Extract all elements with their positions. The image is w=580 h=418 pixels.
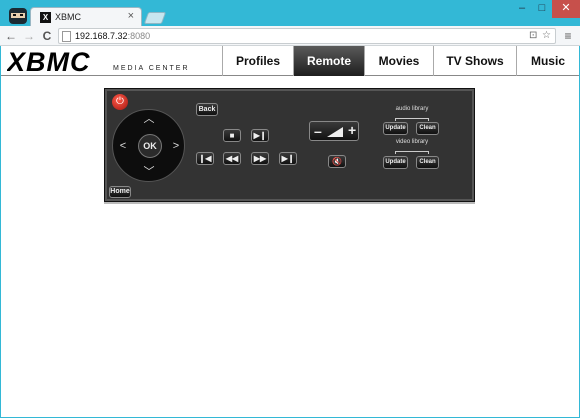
down-arrow-icon[interactable]: ﹀ xyxy=(142,165,156,179)
up-arrow-icon[interactable]: ︿ xyxy=(142,112,156,126)
skip-previous-icon: ❙◀ xyxy=(198,154,212,163)
bookmark-star-icon[interactable]: ☆ xyxy=(542,30,551,41)
nav-profiles[interactable]: Profiles xyxy=(222,46,293,76)
main-nav: Profiles Remote Movies TV Shows Music xyxy=(222,46,579,76)
stop-button[interactable]: ■ xyxy=(223,129,241,142)
page-icon xyxy=(62,31,71,42)
tab-strip: X XBMC × – □ ✕ xyxy=(0,0,580,27)
volume-down-button[interactable]: – xyxy=(314,123,322,139)
logo-subtitle: MEDIA CENTER xyxy=(113,65,190,72)
nav-music[interactable]: Music xyxy=(516,46,579,76)
url-host: 192.168.7.32 xyxy=(75,31,128,41)
address-bar[interactable]: 192.168.7.32:8080 ⊡ ☆ xyxy=(58,28,556,44)
power-icon[interactable]: ⏻ xyxy=(112,94,128,110)
back-button[interactable]: Back xyxy=(196,103,218,116)
audio-clean-button[interactable]: Clean xyxy=(416,122,439,135)
remote-shadow xyxy=(104,202,475,204)
forward-arrow-icon[interactable]: → xyxy=(22,28,36,44)
audio-update-button[interactable]: Update xyxy=(383,122,408,135)
tab-title: XBMC xyxy=(55,12,82,22)
site-header: XBMC MEDIA CENTER Profiles Remote Movies… xyxy=(1,46,579,77)
volume-level-icon xyxy=(327,127,343,137)
rewind-button[interactable]: ◀◀ xyxy=(223,152,241,165)
mute-icon: 🔇 xyxy=(332,157,342,166)
previous-button[interactable]: ❙◀ xyxy=(196,152,214,165)
video-library-label: video library xyxy=(395,139,429,145)
video-clean-button[interactable]: Clean xyxy=(416,156,439,169)
url-port: :8080 xyxy=(127,31,151,41)
dpad: ︿ ﹀ < > OK xyxy=(112,109,185,182)
user-avatar-icon[interactable] xyxy=(7,4,29,26)
play-pause-icon: ▶❙ xyxy=(253,131,267,140)
rewind-icon: ◀◀ xyxy=(225,154,239,163)
mute-button[interactable]: 🔇 xyxy=(328,155,346,168)
nav-movies[interactable]: Movies xyxy=(364,46,433,76)
ok-button[interactable]: OK xyxy=(138,134,162,158)
nav-remote[interactable]: Remote xyxy=(293,46,364,76)
volume-up-button[interactable]: + xyxy=(348,122,356,138)
audio-library-label: audio library xyxy=(395,106,429,112)
url-text[interactable]: 192.168.7.32:8080 xyxy=(75,31,150,41)
volume-control: – + xyxy=(309,121,359,141)
chrome-menu-icon[interactable]: ≡ xyxy=(560,28,576,44)
left-arrow-icon[interactable]: < xyxy=(116,139,130,153)
close-window-button[interactable]: ✕ xyxy=(552,0,580,18)
nav-tv-shows[interactable]: TV Shows xyxy=(433,46,516,76)
xbmc-logo-mark: XBMC xyxy=(5,47,91,77)
tab-close-icon[interactable]: × xyxy=(128,10,134,22)
logo-wordmark: XBMC xyxy=(7,50,91,74)
video-library-bracket xyxy=(395,151,429,154)
next-button[interactable]: ▶❙ xyxy=(279,152,297,165)
skip-next-icon: ▶❙ xyxy=(281,154,295,163)
stop-icon: ■ xyxy=(229,131,235,140)
fast-forward-icon: ▶▶ xyxy=(253,154,267,163)
maximize-button[interactable]: □ xyxy=(532,0,552,18)
reload-icon[interactable]: C xyxy=(40,28,54,44)
audio-library-bracket xyxy=(395,118,429,121)
browser-window: X XBMC × – □ ✕ ← → C 192.168.7.32:8080 ⊡… xyxy=(0,0,580,418)
video-update-button[interactable]: Update xyxy=(383,156,408,169)
translate-icon[interactable]: ⊡ xyxy=(529,30,537,41)
right-arrow-icon[interactable]: > xyxy=(169,139,183,153)
browser-toolbar: ← → C 192.168.7.32:8080 ⊡ ☆ ≡ xyxy=(0,26,580,46)
back-arrow-icon[interactable]: ← xyxy=(4,28,18,44)
xbmc-logo[interactable]: XBMC MEDIA CENTER xyxy=(5,47,202,77)
minimize-button[interactable]: – xyxy=(512,0,532,18)
new-tab-button[interactable] xyxy=(143,12,167,24)
play-pause-button[interactable]: ▶❙ xyxy=(251,129,269,142)
xbmc-favicon-icon: X xyxy=(40,12,51,23)
fast-forward-button[interactable]: ▶▶ xyxy=(251,152,269,165)
browser-tab[interactable]: X XBMC × xyxy=(30,7,142,27)
home-button[interactable]: Home xyxy=(109,186,131,198)
remote-control: ⏻ ︿ ﹀ < > OK Home Back ■ ▶❙ ❙◀ ◀◀ ▶▶ ▶❙ … xyxy=(104,88,475,202)
